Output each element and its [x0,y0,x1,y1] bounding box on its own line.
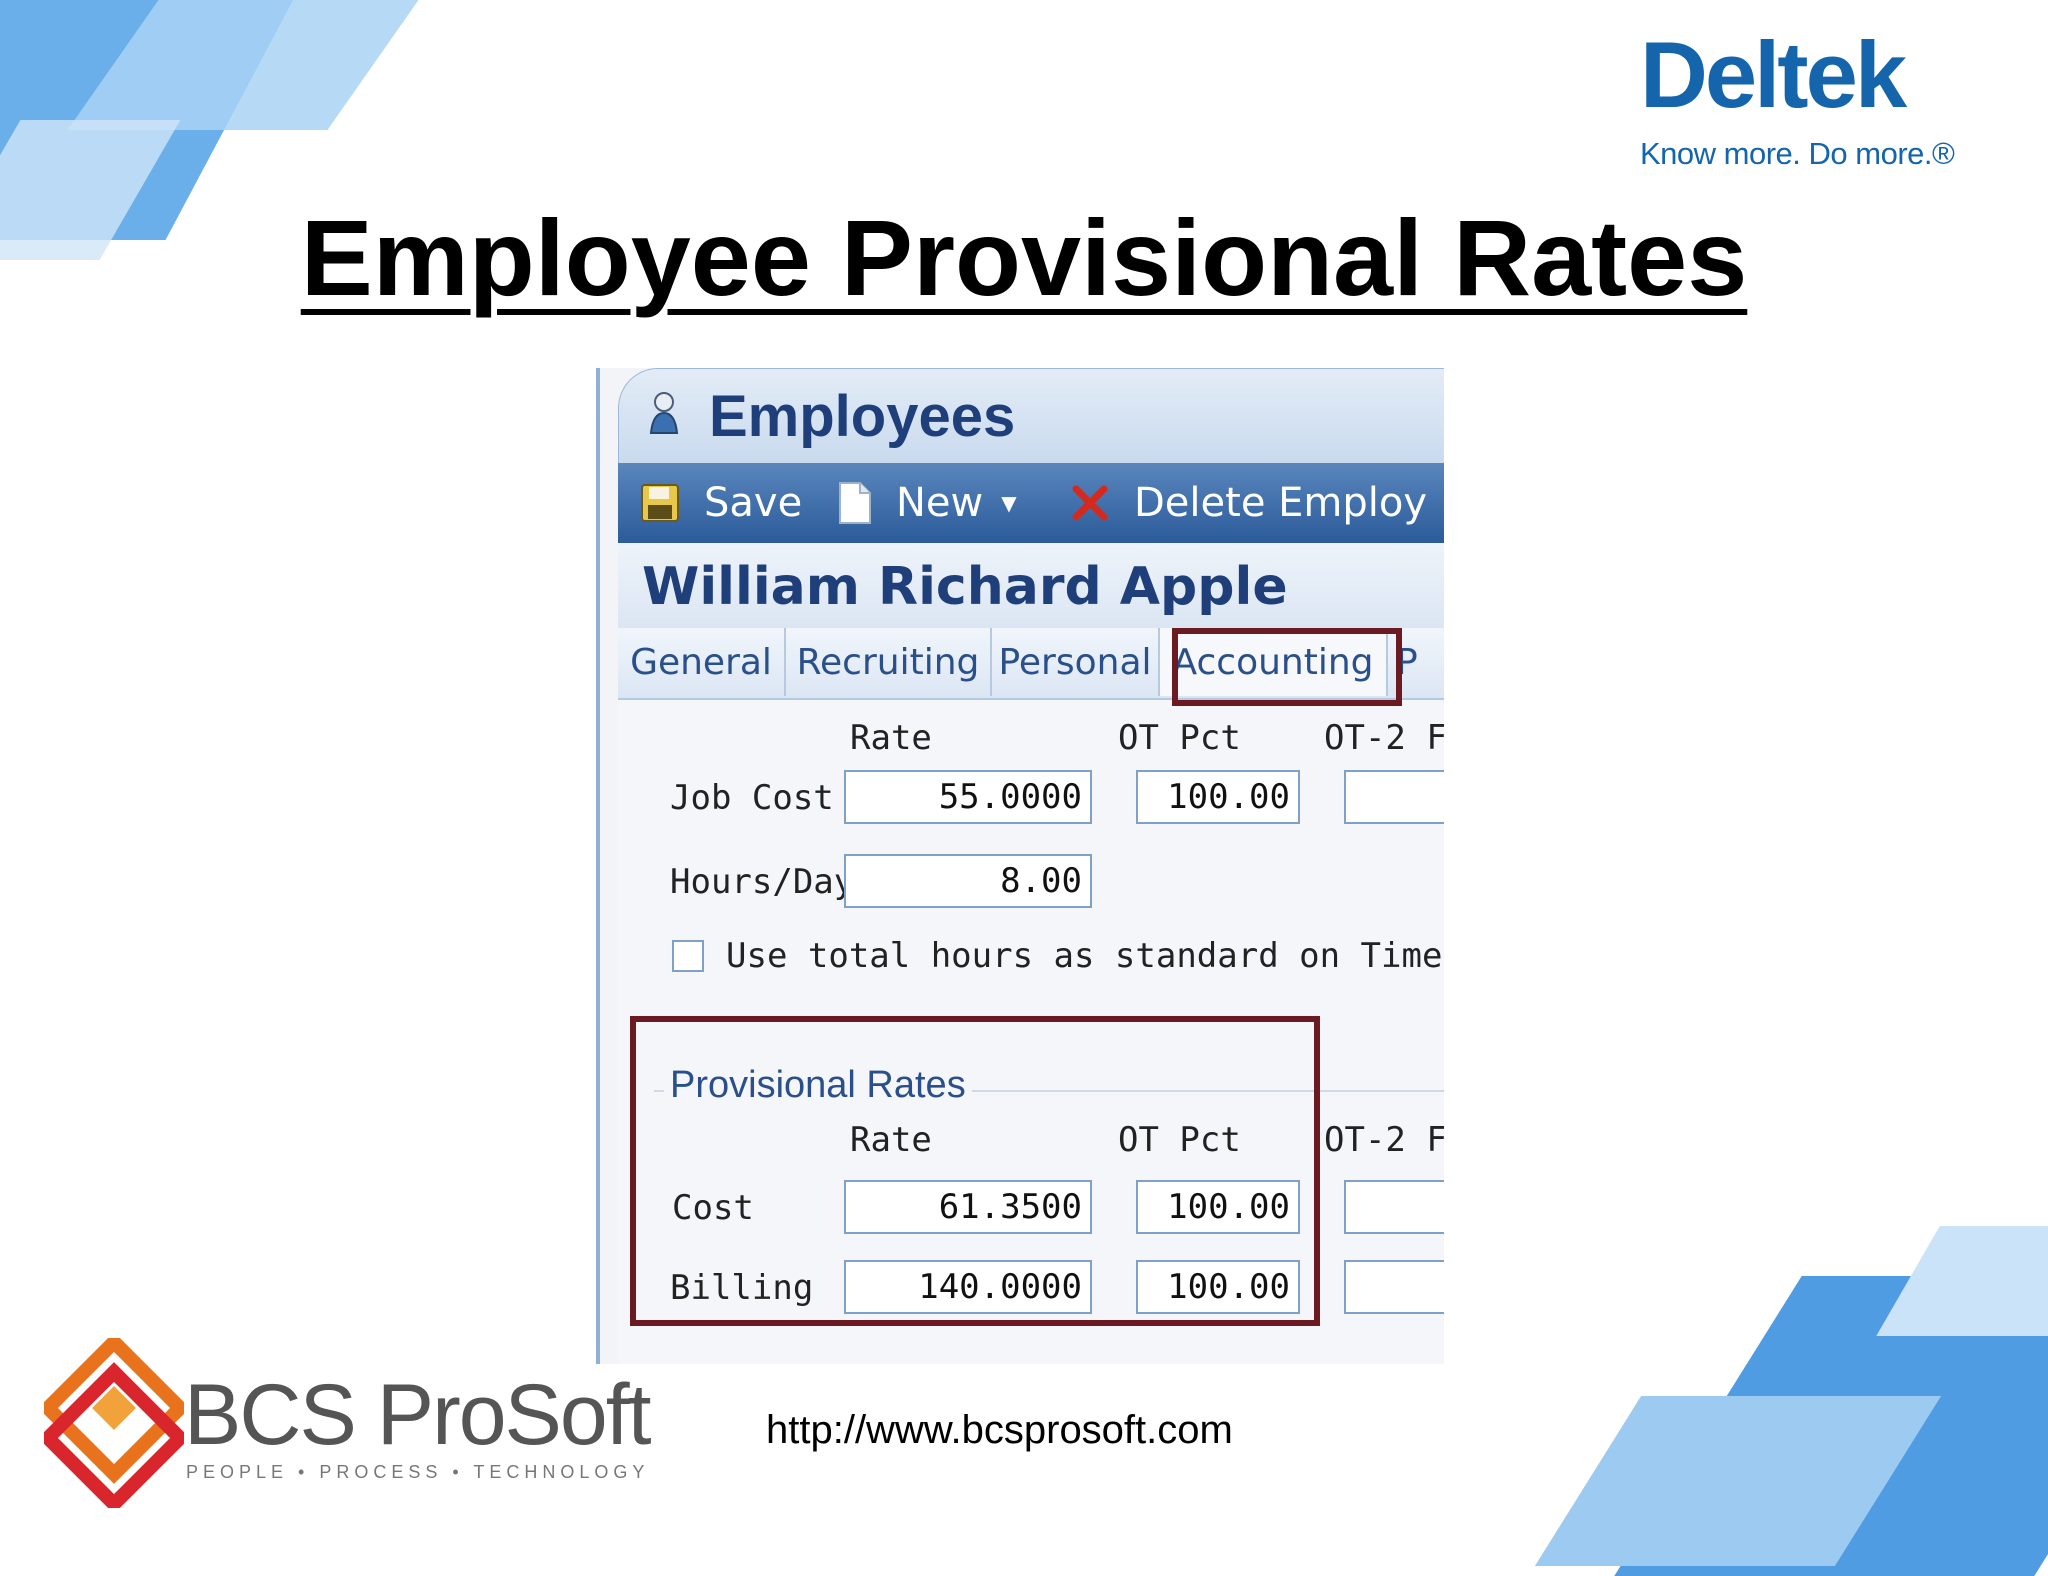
bcs-prosoft-logo: BCS ProSoft PEOPLE • PROCESS • TECHNOLOG… [44,1338,652,1518]
employee-name: William Richard Apple [642,557,1288,617]
bcs-diamond-icon [44,1338,184,1508]
job-cost-ot2-field[interactable] [1344,770,1444,824]
bcs-logo-word: BCS ProSoft [184,1367,652,1463]
window-header: Employees [618,368,1444,465]
website-url[interactable]: http://www.bcsprosoft.com [766,1408,1233,1453]
provisional-rates-highlight [630,1016,1320,1326]
tab-recruiting[interactable]: Recruiting [786,628,992,696]
slide-title: Employee Provisional Rates [300,197,1748,318]
deltek-logo-tagline: Know more. Do more.® [1640,136,1955,171]
save-button[interactable]: Save [640,463,802,543]
rate-column-header: Rate [850,718,932,758]
ot-pct-column-header: OT Pct [1118,718,1241,758]
delete-x-icon [1072,485,1108,521]
new-button[interactable]: New ▼ [838,463,1017,543]
deltek-logo: Deltek Know more. Do more.® [1640,28,2020,172]
save-button-label: Save [704,480,803,526]
ot2-column-header: OT-2 F [1324,718,1444,758]
use-total-hours-checkbox[interactable] [672,940,704,972]
delete-employee-button-label: Delete Employ [1134,480,1428,526]
use-total-hours-label: Use total hours as standard on Time Anal [726,936,1444,976]
employee-name-bar: William Richard Apple [618,543,1444,628]
tab-general[interactable]: General [618,628,786,696]
deltek-logo-word: Deltek [1640,22,1907,127]
toolbar: Save New ▼ Delete Employ [618,463,1444,543]
job-cost-rate-field[interactable]: 55.0000 [844,770,1092,824]
new-button-label: New [896,480,984,526]
cost-ot2-field[interactable] [1344,1180,1444,1234]
bcs-logo-tagline: PEOPLE • PROCESS • TECHNOLOGY [186,1462,650,1482]
floppy-disk-icon [641,484,679,522]
job-cost-label: Job Cost [670,778,834,818]
delete-employee-button[interactable]: Delete Employ [1070,463,1427,543]
person-icon [649,392,679,434]
hours-per-day-label: Hours/Day [670,862,844,902]
hours-per-day-field[interactable]: 8.00 [844,854,1092,908]
window-title: Employees [709,384,1016,449]
billing-ot2-field[interactable] [1344,1260,1444,1314]
new-document-icon [839,482,871,524]
accounting-tab-highlight [1172,628,1402,706]
tab-personal[interactable]: Personal [992,628,1160,696]
provisional-ot2-column-header: OT-2 F [1324,1120,1444,1160]
job-cost-ot-pct-field[interactable]: 100.00 [1136,770,1300,824]
chevron-down-icon[interactable]: ▼ [1001,491,1016,515]
